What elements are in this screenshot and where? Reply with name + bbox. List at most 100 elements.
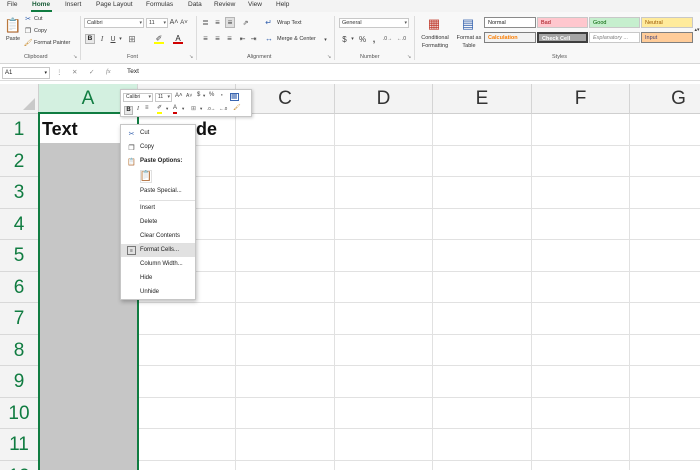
tab-home[interactable]: Home (32, 1, 50, 8)
increase-indent-icon[interactable]: ⇥ (249, 34, 258, 43)
cell[interactable] (433, 145, 532, 177)
cell[interactable] (236, 240, 335, 272)
style-good[interactable]: Good (589, 17, 640, 28)
cell[interactable] (532, 240, 630, 272)
column-header-e[interactable]: E (433, 84, 532, 114)
cell[interactable] (138, 397, 236, 429)
cell-a1[interactable]: Text (42, 119, 78, 140)
font-size-select[interactable]: 11 ▾ (146, 18, 168, 28)
menu-item-delete[interactable]: Delete (121, 216, 195, 229)
select-all-button[interactable] (0, 84, 39, 114)
cell[interactable] (236, 145, 335, 177)
cell[interactable] (236, 114, 335, 146)
cell[interactable] (433, 366, 532, 398)
styles-scroll-icon[interactable]: ▴▾ (694, 17, 700, 43)
cell[interactable] (433, 208, 532, 240)
align-center-icon[interactable]: ≡ (145, 105, 149, 111)
cell[interactable] (335, 145, 433, 177)
menu-item-insert[interactable]: Insert (121, 202, 195, 215)
style-bad[interactable]: Bad (537, 17, 588, 28)
cell[interactable] (138, 303, 236, 335)
cell[interactable] (236, 334, 335, 366)
percent-icon[interactable]: % (209, 92, 214, 98)
column-header-f[interactable]: F (532, 84, 630, 114)
cell[interactable] (630, 272, 700, 303)
cell[interactable] (433, 429, 532, 461)
cell[interactable] (532, 114, 630, 146)
row-header[interactable]: 3 (0, 177, 39, 209)
decrease-font-icon[interactable]: A˅ (180, 18, 188, 27)
formula-input[interactable]: Text (124, 67, 698, 79)
cell[interactable] (532, 429, 630, 461)
number-launcher-icon[interactable]: ↘ (407, 54, 411, 60)
format-table-icon[interactable]: ▦ (230, 93, 239, 101)
mini-italic-button[interactable]: I (137, 106, 139, 112)
cell[interactable] (236, 429, 335, 461)
cell[interactable] (630, 398, 700, 429)
style-neutral[interactable]: Neutral (641, 17, 693, 28)
underline-button[interactable]: U (109, 34, 117, 44)
row-header[interactable]: 7 (0, 303, 39, 335)
align-right-icon[interactable]: ≡ (225, 34, 234, 43)
format-painter-icon[interactable]: 🖌 (24, 39, 33, 47)
enter-icon[interactable]: ✓ (89, 68, 94, 76)
decrease-indent-icon[interactable]: ⇤ (238, 34, 247, 43)
chevron-down-icon[interactable]: ▾ (323, 36, 328, 43)
row-header[interactable]: 12 (0, 460, 39, 470)
cell[interactable] (630, 366, 700, 398)
row-header[interactable]: 8 (0, 334, 39, 366)
style-explanatory[interactable]: Explanatory ... (589, 32, 640, 43)
wrap-text-button[interactable]: Wrap Text (277, 20, 302, 26)
row-header[interactable]: 11 (0, 429, 39, 461)
style-calculation[interactable]: Calculation (484, 32, 536, 43)
row-header[interactable]: 1 (0, 114, 39, 146)
decrease-decimal-icon[interactable]: ←.0 (219, 106, 227, 111)
cell[interactable] (433, 177, 532, 209)
cell[interactable] (138, 429, 236, 461)
paste-option-icon[interactable]: 📋 (140, 170, 152, 183)
cell[interactable] (532, 145, 630, 177)
conditional-formatting-icon[interactable]: ▦ (425, 16, 443, 32)
cell[interactable] (335, 208, 433, 240)
align-middle-icon[interactable]: ≡ (213, 18, 222, 27)
chevron-down-icon[interactable]: ▾ (166, 106, 168, 112)
style-check-cell[interactable]: Check Cell (537, 32, 588, 43)
chevron-down-icon[interactable]: ▾ (350, 34, 355, 44)
cell[interactable] (433, 460, 532, 470)
cell[interactable] (532, 208, 630, 240)
decrease-font-icon[interactable]: A˅ (186, 93, 192, 99)
increase-font-icon[interactable]: A˄ (170, 18, 179, 27)
increase-font-icon[interactable]: A˄ (175, 93, 183, 99)
conditional-formatting-button[interactable]: Conditional Formatting (417, 34, 453, 50)
insert-function-icon[interactable]: fx (106, 68, 111, 75)
tab-insert[interactable]: Insert (65, 1, 81, 8)
cell[interactable] (532, 177, 630, 209)
cell[interactable] (335, 334, 433, 366)
align-bottom-icon[interactable]: ≡ (225, 17, 235, 28)
row-header[interactable]: 4 (0, 208, 39, 240)
menu-item-unhide[interactable]: Unhide (121, 286, 195, 299)
tab-file[interactable]: File (7, 1, 17, 8)
format-as-table-button[interactable]: Format as Table (455, 34, 483, 50)
fill-color-icon[interactable]: ✐ (154, 34, 164, 44)
cell[interactable] (630, 177, 700, 209)
row-header[interactable]: 10 (0, 397, 39, 429)
cell[interactable] (335, 177, 433, 209)
cell[interactable] (433, 114, 532, 146)
chevron-down-icon[interactable]: ▾ (203, 93, 205, 99)
orientation-icon[interactable]: ⇗ (241, 18, 250, 27)
cell[interactable] (335, 429, 433, 461)
chevron-down-icon[interactable]: ▾ (118, 34, 123, 44)
cell[interactable] (236, 460, 335, 470)
font-launcher-icon[interactable]: ↘ (189, 54, 193, 60)
tab-help[interactable]: Help (276, 1, 289, 8)
merge-center-button[interactable]: Merge & Center (277, 36, 316, 42)
decrease-decimal-icon[interactable]: ←.0 (396, 34, 407, 44)
borders-icon[interactable]: ⊞ (191, 105, 196, 112)
cell[interactable] (433, 271, 532, 303)
align-center-icon[interactable]: ≡ (213, 34, 222, 43)
align-left-icon[interactable]: ≡ (201, 34, 210, 43)
cell[interactable] (138, 334, 236, 366)
cell[interactable] (335, 114, 433, 146)
font-color-icon[interactable]: A (173, 105, 178, 114)
